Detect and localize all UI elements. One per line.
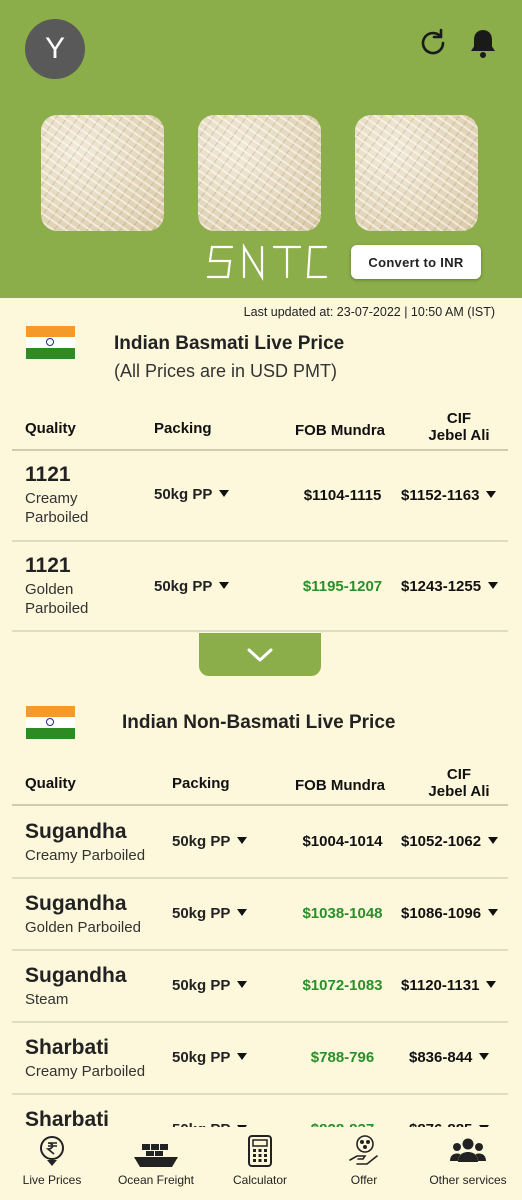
- dropdown-arrow-icon: [488, 582, 499, 589]
- rice-image-3: [355, 115, 478, 231]
- packing-dropdown[interactable]: 50kg PP: [154, 578, 230, 595]
- quality-subtype: Creamy Parboiled: [25, 490, 89, 526]
- quality-subtype: Golden Parboiled: [25, 919, 141, 936]
- cif-price-dropdown[interactable]: $1152-1163: [401, 487, 497, 504]
- packing-dropdown[interactable]: 50kg PP: [172, 905, 248, 922]
- chevron-down-icon: [247, 648, 273, 662]
- nav-label: Calculator: [232, 1173, 288, 1187]
- divider: [12, 1021, 508, 1023]
- nav-ocean-freight[interactable]: Ocean Freight: [111, 1127, 201, 1200]
- nav-other-services[interactable]: Other services: [422, 1127, 514, 1200]
- dropdown-arrow-icon: [237, 1053, 248, 1060]
- packing-dropdown[interactable]: 50kg PP: [154, 486, 230, 503]
- col-header-cif: CIF Jebel Ali: [428, 410, 490, 444]
- dropdown-arrow-icon: [237, 909, 248, 916]
- dropdown-arrow-icon: [479, 1053, 490, 1060]
- cif-price-dropdown[interactable]: $1086-1096: [401, 905, 499, 922]
- rice-image-2: [198, 115, 321, 231]
- dropdown-arrow-icon: [488, 837, 499, 844]
- rupee-pin-icon: [40, 1136, 64, 1166]
- col-header-fob: FOB Mundra: [295, 777, 385, 794]
- nav-calculator[interactable]: Calculator: [220, 1127, 300, 1200]
- india-flag-icon: [26, 706, 75, 739]
- col-header-packing: Packing: [172, 775, 230, 792]
- offer-hand-icon: [349, 1135, 378, 1165]
- fob-price: $1004-1014: [302, 833, 383, 850]
- fob-price: $1038-1048: [302, 905, 383, 922]
- quality-name: 1121: [25, 463, 71, 486]
- last-updated-text: Last updated at: 23-07-2022 | 10:50 AM (…: [243, 305, 495, 319]
- quality-subtype: Creamy Parboiled: [25, 847, 146, 864]
- fob-price: $1104-1115: [303, 487, 382, 504]
- india-flag-icon: [26, 326, 75, 359]
- divider: [12, 1093, 508, 1095]
- quality-name: Sugandha: [25, 892, 127, 915]
- dropdown-arrow-icon: [488, 909, 499, 916]
- divider: [12, 630, 508, 632]
- dropdown-arrow-icon: [237, 837, 248, 844]
- cif-price-dropdown[interactable]: $1052-1062: [401, 833, 499, 850]
- calculator-icon: [248, 1135, 272, 1167]
- nav-label: Live Prices: [22, 1173, 82, 1187]
- nav-offer[interactable]: Offer: [324, 1127, 404, 1200]
- col-header-fob: FOB Mundra: [295, 422, 385, 439]
- avatar[interactable]: Y: [25, 19, 85, 79]
- cif-price-dropdown[interactable]: $1120-1131: [401, 977, 497, 994]
- ship-icon: [134, 1144, 178, 1167]
- fob-price: $1072-1083: [302, 977, 383, 994]
- dropdown-arrow-icon: [237, 981, 248, 988]
- divider: [12, 540, 508, 542]
- nav-label: Other services: [429, 1173, 507, 1187]
- col-header-quality: Quality: [25, 775, 76, 792]
- people-group-icon: [450, 1138, 486, 1162]
- non-basmati-section-title: Indian Non-Basmati Live Price: [122, 712, 396, 733]
- col-header-quality: Quality: [25, 420, 76, 437]
- packing-dropdown[interactable]: 50kg PP: [172, 977, 248, 994]
- cif-price-dropdown[interactable]: $1243-1255: [401, 578, 499, 595]
- divider: [12, 804, 508, 806]
- divider: [12, 949, 508, 951]
- bottom-navigation: Live Prices Ocean Freight Calculator Off…: [0, 1127, 522, 1200]
- fob-price: $1195-1207: [302, 578, 383, 595]
- dropdown-arrow-icon: [486, 491, 497, 498]
- rice-image-1: [41, 115, 164, 231]
- nav-label: Ocean Freight: [117, 1173, 195, 1187]
- basmati-section-subtitle: (All Prices are in USD PMT): [114, 361, 338, 381]
- col-header-packing: Packing: [154, 420, 212, 437]
- quality-name: 1121: [25, 554, 71, 577]
- expand-list-button[interactable]: [199, 633, 321, 676]
- fob-price: $788-796: [310, 1049, 375, 1066]
- dropdown-arrow-icon: [219, 490, 230, 497]
- quality-name: Sugandha: [25, 964, 127, 987]
- sntc-logo: [206, 243, 328, 281]
- nav-live-prices[interactable]: Live Prices: [12, 1127, 92, 1200]
- quality-name: Sugandha: [25, 820, 127, 843]
- nav-label: Offer: [350, 1173, 378, 1187]
- quality-name: Sharbati: [25, 1036, 110, 1059]
- packing-dropdown[interactable]: 50kg PP: [172, 833, 248, 850]
- quality-subtype: Creamy Parboiled: [25, 1063, 146, 1080]
- dropdown-arrow-icon: [219, 582, 230, 589]
- col-header-cif: CIF Jebel Ali: [428, 766, 490, 800]
- cif-price-dropdown[interactable]: $836-844: [409, 1049, 490, 1066]
- convert-to-inr-button[interactable]: Convert to INR: [351, 245, 481, 279]
- packing-dropdown[interactable]: 50kg PP: [172, 1049, 248, 1066]
- quality-subtype: Steam: [25, 991, 69, 1008]
- refresh-icon[interactable]: [416, 26, 450, 60]
- dropdown-arrow-icon: [486, 981, 497, 988]
- basmati-section-title: Indian Basmati Live Price: [114, 333, 345, 354]
- divider: [12, 449, 508, 451]
- notification-bell-icon[interactable]: [466, 26, 500, 60]
- quality-subtype: Golden Parboiled: [25, 581, 89, 617]
- divider: [12, 877, 508, 879]
- app-header: Y Convert to INR: [0, 0, 522, 298]
